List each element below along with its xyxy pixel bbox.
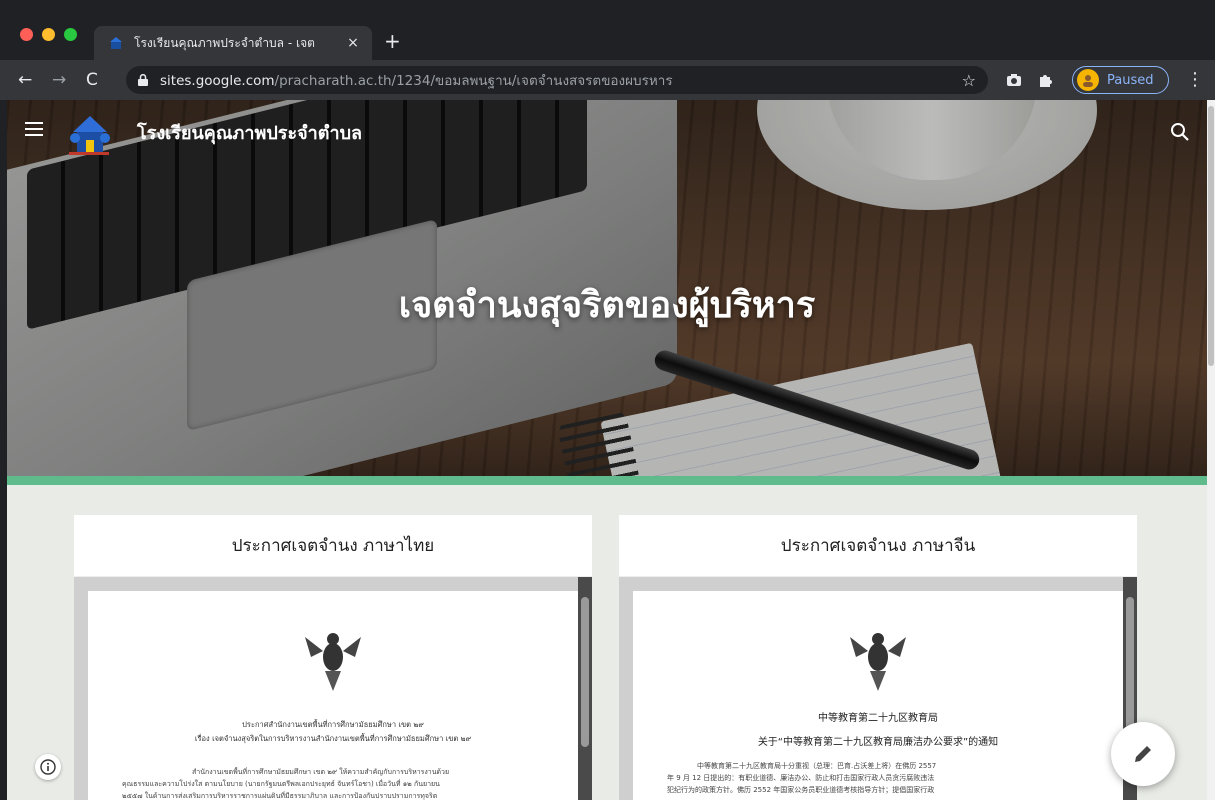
site-title[interactable]: โรงเรียนคุณภาพประจำตำบล <box>137 118 362 147</box>
accent-divider <box>7 476 1207 485</box>
document-body-line: คุณธรรมและความโปร่งใส ตามนโยบาย (นายกรัฐ… <box>122 780 440 788</box>
window-minimize-button[interactable] <box>42 28 55 41</box>
document-page: 中等教育第二十九区教育局 关于“中等教育第二十九区教育局廉洁办公要求”的通知 中… <box>633 591 1123 800</box>
document-body-line: 年 9 月 12 日提出的：有职业道德、廉洁办公、防止和打击国家行政人员贪污腐败… <box>667 774 935 782</box>
tab-close-icon[interactable]: × <box>344 35 362 51</box>
camera-icon[interactable] <box>1004 70 1024 90</box>
document-heading: 中等教育第二十九区教育局 <box>818 713 938 724</box>
browser-chrome: โรงเรียนคุณภาพประจำตำบล - เจต × + ← → C … <box>0 0 1215 100</box>
page-scroll-thumb[interactable] <box>1208 106 1214 366</box>
kebab-menu-icon[interactable]: ⋮ <box>1186 70 1204 90</box>
puzzle-icon[interactable] <box>1036 70 1056 90</box>
address-bar[interactable]: sites.google.com/pracharath.ac.th/1234/ข… <box>126 66 988 94</box>
window-close-button[interactable] <box>20 28 33 41</box>
profile-button[interactable]: Paused <box>1072 66 1169 94</box>
forward-arrow-icon[interactable]: → <box>52 70 66 90</box>
page-scrollbar[interactable] <box>1207 100 1215 800</box>
garuda-emblem-icon <box>850 633 906 691</box>
card-title: ประกาศเจตจำนง ภาษาจีน <box>619 515 1137 577</box>
info-icon <box>40 759 56 775</box>
tab-strip: โรงเรียนคุณภาพประจำตำบล - เจต × + <box>0 0 1215 60</box>
browser-toolbar: ← → C sites.google.com/pracharath.ac.th/… <box>0 60 1215 100</box>
pencil-icon <box>1135 746 1151 762</box>
site-info-button[interactable] <box>35 754 61 780</box>
document-heading: ประกาศสำนักงานเขตพื้นที่การศึกษามัธยมศึก… <box>242 720 424 729</box>
page-title: เจตจำนงสุจริตของผู้บริหาร <box>398 285 816 326</box>
tab-title: โรงเรียนคุณภาพประจำตำบล - เจต <box>134 35 315 50</box>
star-icon[interactable]: ☆ <box>962 71 976 90</box>
edit-page-button[interactable] <box>1111 722 1175 786</box>
hero-banner: โรงเรียนคุณภาพประจำตำบล เจตจำนงสุจริตของ… <box>7 100 1207 476</box>
url-text: sites.google.com/pracharath.ac.th/1234/ข… <box>160 69 954 91</box>
search-icon[interactable] <box>1170 122 1190 142</box>
window-zoom-button[interactable] <box>64 28 77 41</box>
avatar <box>1077 69 1099 91</box>
document-scroll-thumb[interactable] <box>581 597 589 747</box>
browser-tab-active[interactable]: โรงเรียนคุณภาพประจำตำบล - เจต × <box>94 26 372 60</box>
site-favicon-icon <box>110 37 122 49</box>
new-tab-button[interactable]: + <box>384 30 401 52</box>
url-path: /pracharath.ac.th/1234/ขอมลพนฐาน/เจตจำนง… <box>274 73 673 89</box>
document-subject: 关于“中等教育第二十九区教育局廉洁办公要求”的通知 <box>757 737 999 748</box>
document-body-line: 中等教育第二十九区教育局十分重视（总理：巴育.占沃差上将）在佛历 2557 <box>697 762 937 770</box>
document-body-line: 犯纪行为的政策方针。佛历 2552 年国家公务员职业道德考核指导方针；提倡国家行… <box>667 786 935 794</box>
lock-icon <box>138 74 148 86</box>
page-viewport: โรงเรียนคุณภาพประจำตำบล เจตจำนงสุจริตของ… <box>7 100 1207 800</box>
embedded-document-viewer[interactable]: 中等教育第二十九区教育局 关于“中等教育第二十九区教育局廉洁办公要求”的通知 中… <box>619 577 1137 800</box>
document-page: ประกาศสำนักงานเขตพื้นที่การศึกษามัธยมศึก… <box>88 591 578 800</box>
reload-icon[interactable]: C <box>86 70 98 90</box>
document-body-line: สำนักงานเขตพื้นที่การศึกษามัธยมศึกษา เขต… <box>192 768 450 776</box>
card-thai-announcement: ประกาศเจตจำนง ภาษาไทย ประกาศสำนักงานเขตพ… <box>74 515 592 800</box>
site-header: โรงเรียนคุณภาพประจำตำบล <box>7 100 1207 164</box>
back-arrow-icon[interactable]: ← <box>18 70 32 90</box>
document-body-line: ๒๕๕๗ ในด้านการส่งเสริมการบริหารราชการแผ่… <box>122 792 438 800</box>
garuda-emblem-icon <box>305 633 361 691</box>
profile-paused-label: Paused <box>1107 72 1154 88</box>
card-chinese-announcement: ประกาศเจตจำนง ภาษาจีน 中等教育第二十九区教育局 关于“中等… <box>619 515 1137 800</box>
url-host: sites.google.com <box>160 73 275 89</box>
card-title: ประกาศเจตจำนง ภาษาไทย <box>74 515 592 577</box>
school-logo-icon[interactable] <box>63 108 115 158</box>
hamburger-menu-icon[interactable] <box>25 122 43 136</box>
document-subject: เรื่อง เจตจำนงสุจริตในการบริหารงานสำนักง… <box>194 734 472 743</box>
embedded-document-viewer[interactable]: ประกาศสำนักงานเขตพื้นที่การศึกษามัธยมศึก… <box>74 577 592 800</box>
document-scrollbar[interactable] <box>578 577 592 800</box>
